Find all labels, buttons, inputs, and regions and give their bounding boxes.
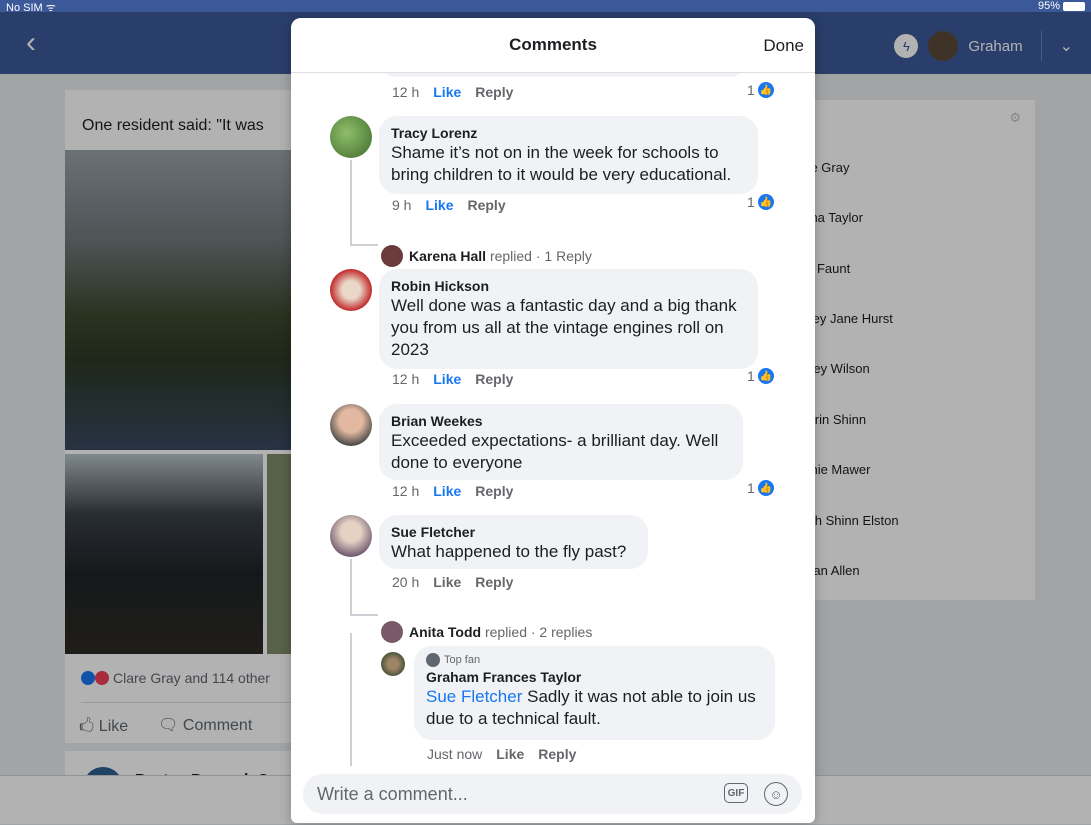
- comment-meta: 20 h Like Reply: [392, 574, 513, 590]
- comment-like-count[interactable]: 1 👍: [747, 194, 774, 210]
- thread-line: [350, 559, 352, 615]
- comments-modal: Comments Done 12 h Like Reply 1 👍 Tracy …: [291, 18, 815, 823]
- status-bar: No SIM ᯤ 95%: [0, 0, 1091, 14]
- comment-like-button[interactable]: Like: [433, 574, 461, 590]
- done-button[interactable]: Done: [763, 36, 804, 56]
- like-icon: 👍: [757, 368, 774, 384]
- commenter-name[interactable]: Brian Weekes: [391, 412, 731, 430]
- comment-bubble: Sue Fletcher What happened to the fly pa…: [379, 515, 648, 569]
- commenter-avatar[interactable]: [330, 404, 372, 446]
- comment-reply-button[interactable]: Reply: [475, 84, 513, 100]
- comment-composer[interactable]: Write a comment... GIF ☺: [303, 774, 802, 814]
- comment-like-count[interactable]: 1 👍: [747, 368, 774, 384]
- comment-bubble: Tracy Lorenz Shame it’s not on in the we…: [379, 116, 758, 194]
- reply-count: · 1 Reply: [535, 248, 592, 264]
- comment-input-placeholder[interactable]: Write a comment...: [317, 784, 468, 805]
- like-count-value: 1: [747, 368, 755, 384]
- comment-text: 2023: [391, 340, 429, 359]
- comment-like-count[interactable]: 1 👍: [747, 82, 774, 98]
- like-count-value: 1: [747, 82, 755, 98]
- replier-avatar: [381, 245, 403, 267]
- thread-line: [350, 160, 352, 245]
- comment-meta: 12 h Like Reply: [392, 371, 513, 387]
- replier-name: Anita Todd: [409, 624, 482, 640]
- modal-header: Comments Done: [291, 18, 815, 73]
- top-fan-label: Top fan: [444, 654, 481, 666]
- thread-line: [350, 614, 378, 616]
- like-icon: 👍: [757, 194, 774, 210]
- commenter-avatar[interactable]: [330, 515, 372, 557]
- comment-like-button[interactable]: Like: [433, 371, 461, 387]
- comment-time: 12 h: [392, 84, 420, 100]
- comment-like-button[interactable]: Like: [433, 84, 461, 100]
- replied-label: replied: [484, 624, 527, 640]
- commenter-name[interactable]: Robin Hickson: [391, 277, 746, 295]
- like-count-value: 1: [747, 194, 755, 210]
- comment-reply-button[interactable]: Reply: [538, 746, 576, 762]
- comment-bubble: Top fan Graham Frances Taylor Sue Fletch…: [414, 646, 775, 740]
- replied-label: replied: [489, 248, 532, 264]
- comments-list[interactable]: 12 h Like Reply 1 👍 Tracy Lorenz Shame i…: [291, 73, 815, 766]
- comment-meta: Just now Like Reply: [427, 746, 576, 762]
- battery-icon: [1063, 1, 1085, 11]
- mention-link[interactable]: Sue Fletcher: [426, 687, 522, 706]
- commenter-avatar[interactable]: [381, 652, 405, 676]
- comment-bubble: Brian Weekes Exceeded expectations- a br…: [379, 404, 743, 480]
- gif-icon[interactable]: GIF: [724, 783, 748, 803]
- like-count-value: 1: [747, 480, 755, 496]
- comment-like-button[interactable]: Like: [496, 746, 524, 762]
- comment-meta: 12 h Like Reply: [392, 84, 513, 100]
- commenter-avatar[interactable]: [330, 269, 372, 311]
- commenter-name[interactable]: Tracy Lorenz: [391, 124, 746, 142]
- replier-avatar: [381, 621, 403, 643]
- comment-time: 20 h: [392, 574, 420, 590]
- like-icon: 👍: [757, 82, 774, 98]
- comment-text: due to a technical fault.: [426, 709, 601, 728]
- comment-like-button[interactable]: Like: [425, 197, 453, 213]
- comment-text: Exceeded expectations- a brilliant day. …: [391, 431, 719, 450]
- comment-text: Shame it’s not on in the week for school…: [391, 143, 719, 162]
- modal-title: Comments: [509, 35, 597, 54]
- comment-text: Sue Fletcher Sadly it was not able to jo…: [426, 686, 763, 708]
- top-fan-icon: [426, 653, 440, 667]
- comment-text: done to everyone: [391, 453, 523, 472]
- comment-text-rest: Sadly it was not able to join us: [527, 687, 756, 706]
- top-fan-badge: Top fan: [426, 652, 763, 668]
- battery-percent: 95%: [1037, 0, 1060, 12]
- comment-time: Just now: [427, 746, 483, 762]
- comment-reply-button[interactable]: Reply: [475, 483, 513, 499]
- comment-time: 12 h: [392, 483, 420, 499]
- commenter-name[interactable]: Graham Frances Taylor: [426, 668, 763, 686]
- comment-like-count[interactable]: 1 👍: [747, 480, 774, 496]
- comment-text: Well done was a fantastic day and a big …: [391, 296, 737, 315]
- comment-text: What happened to the fly past?: [391, 542, 627, 561]
- replier-name: Karena Hall: [409, 248, 487, 264]
- comment-meta: 12 h Like Reply: [392, 483, 513, 499]
- comment-bubble: [379, 73, 747, 77]
- comment-reply-button[interactable]: Reply: [475, 371, 513, 387]
- reply-count: · 2 replies: [530, 624, 593, 640]
- view-replies-link[interactable]: Anita Todd replied · 2 replies: [381, 621, 592, 643]
- comment-time: 12 h: [392, 371, 420, 387]
- like-icon: 👍: [757, 480, 774, 496]
- view-replies-link[interactable]: Karena Hall replied · 1 Reply: [381, 245, 592, 267]
- emoji-icon[interactable]: ☺: [764, 782, 788, 806]
- comment-reply-button[interactable]: Reply: [475, 574, 513, 590]
- comment-bubble: Robin Hickson Well done was a fantastic …: [379, 269, 758, 369]
- comment-text: you from us all at the vintage engines r…: [391, 318, 724, 337]
- comment-reply-button[interactable]: Reply: [467, 197, 505, 213]
- thread-line: [350, 633, 352, 766]
- commenter-avatar[interactable]: [330, 116, 372, 158]
- battery-indicator: 95%: [1038, 0, 1085, 12]
- comment-like-button[interactable]: Like: [433, 483, 461, 499]
- thread-line: [350, 244, 378, 246]
- comment-text: bring children to it would be very educa…: [391, 165, 732, 184]
- comment-time: 9 h: [392, 197, 412, 213]
- comment-meta: 9 h Like Reply: [392, 197, 506, 213]
- commenter-name[interactable]: Sue Fletcher: [391, 523, 636, 541]
